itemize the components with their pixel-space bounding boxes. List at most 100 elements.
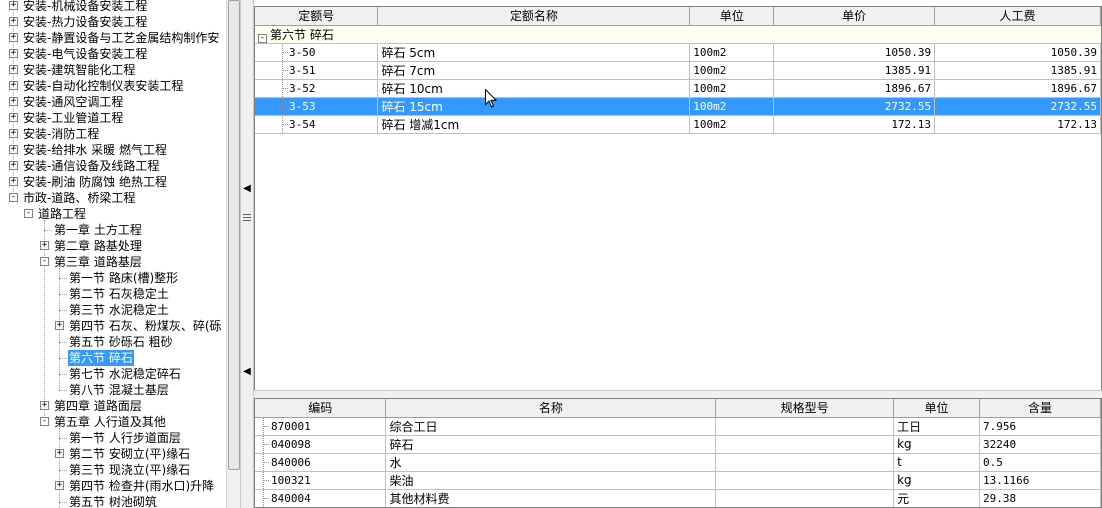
tree-item[interactable]: 第六节 碎石 bbox=[0, 350, 226, 366]
cell-name[interactable]: 碎石 7cm bbox=[377, 61, 691, 80]
tree-item[interactable]: 第八节 混凝土基层 bbox=[0, 382, 226, 398]
cell-unit[interactable]: 100m2 bbox=[689, 43, 775, 62]
tree-item[interactable]: + 安装-热力设备安装工程 bbox=[0, 14, 226, 30]
expand-icon[interactable]: + bbox=[9, 81, 18, 90]
cell-name[interactable]: 碎石 bbox=[385, 435, 717, 454]
expand-icon[interactable]: + bbox=[9, 17, 18, 26]
tree-item[interactable]: 第三节 水泥稳定土 bbox=[0, 302, 226, 318]
tree-item[interactable]: + 安装-通风空调工程 bbox=[0, 94, 226, 110]
tree-item[interactable]: 第一章 土方工程 bbox=[0, 222, 226, 238]
table-row[interactable]: 3-52 碎石 10cm 100m2 1896.67 1896.67 bbox=[255, 79, 1101, 98]
expand-icon[interactable]: + bbox=[55, 321, 64, 330]
tree-item[interactable]: + 第四节 石灰、粉煤灰、碎(砾 bbox=[0, 318, 226, 334]
cell-qty[interactable]: 29.38 bbox=[979, 489, 1101, 507]
expand-icon[interactable]: + bbox=[40, 241, 49, 250]
tree-item[interactable]: + 安装-给排水 采暖 燃气工程 bbox=[0, 142, 226, 158]
horizontal-splitter[interactable] bbox=[254, 390, 1102, 398]
expand-icon[interactable]: + bbox=[9, 145, 18, 154]
table-row[interactable]: 3-51 碎石 7cm 100m2 1385.91 1385.91 bbox=[255, 61, 1101, 80]
expand-icon[interactable]: + bbox=[9, 1, 18, 10]
cell-price[interactable]: 1385.91 bbox=[773, 61, 936, 80]
expand-icon[interactable]: + bbox=[9, 97, 18, 106]
tree-item[interactable]: + 安装-自动化控制仪表安装工程 bbox=[0, 78, 226, 94]
table-row[interactable]: 3-54 碎石 增减1cm 100m2 172.13 172.13 bbox=[255, 115, 1101, 134]
cell-unit[interactable]: kg bbox=[893, 471, 981, 490]
tree-item[interactable]: + 安装-建筑智能化工程 bbox=[0, 62, 226, 78]
collapse-icon[interactable]: - bbox=[40, 257, 49, 266]
expand-icon[interactable]: + bbox=[40, 401, 49, 410]
cell-labor[interactable]: 1896.67 bbox=[934, 79, 1101, 98]
cell-qty[interactable]: 7.956 bbox=[979, 417, 1101, 436]
cell-unit[interactable]: 100m2 bbox=[689, 115, 775, 134]
tree-item[interactable]: + 第四节 检查井(雨水口)升降 bbox=[0, 478, 226, 494]
tree-item[interactable]: 第一节 人行步道面层 bbox=[0, 430, 226, 446]
tree-item[interactable]: - 道路工程 bbox=[0, 206, 226, 222]
expand-icon[interactable]: + bbox=[9, 161, 18, 170]
col-header-mat-unit[interactable]: 单位 bbox=[893, 399, 981, 418]
tree-panel[interactable]: + 安装-机械设备安装工程 + 安装-热力设备安装工程 + 安装-静置设备与工艺金属结构制… bbox=[0, 0, 226, 508]
cell-code[interactable]: 3-53 bbox=[255, 97, 379, 116]
table-row[interactable]: 840004 其他材料费 元 29.38 bbox=[255, 489, 1101, 507]
expand-icon[interactable]: + bbox=[9, 113, 18, 122]
tree-scrollbar-thumb[interactable] bbox=[228, 0, 240, 470]
collapse-icon[interactable]: - bbox=[40, 417, 49, 426]
cell-labor[interactable]: 1050.39 bbox=[934, 43, 1101, 62]
cell-name[interactable]: 综合工日 bbox=[385, 417, 717, 436]
cell-qty[interactable]: 0.5 bbox=[979, 453, 1101, 472]
tree-item[interactable]: 第五节 砂砾石 粗砂 bbox=[0, 334, 226, 350]
cell-price[interactable]: 172.13 bbox=[773, 115, 936, 134]
cell-unit[interactable]: 元 bbox=[893, 489, 981, 507]
cell-qty[interactable]: 13.1166 bbox=[979, 471, 1101, 490]
cell-unit[interactable]: 100m2 bbox=[689, 97, 775, 116]
chevron-left-icon[interactable]: ◀ bbox=[242, 366, 252, 378]
tree-item[interactable]: - 市政-道路、桥梁工程 bbox=[0, 190, 226, 206]
collapse-icon[interactable]: - bbox=[9, 193, 18, 202]
tree-item[interactable]: + 第四章 道路面层 bbox=[0, 398, 226, 414]
cell-name[interactable]: 其他材料费 bbox=[385, 489, 717, 507]
cell-labor[interactable]: 172.13 bbox=[934, 115, 1101, 134]
tree-item[interactable]: - 第五章 人行道及其他 bbox=[0, 414, 226, 430]
cell-unit[interactable]: 100m2 bbox=[689, 79, 775, 98]
expand-icon[interactable]: + bbox=[9, 49, 18, 58]
cell-name[interactable]: 柴油 bbox=[385, 471, 717, 490]
cell-price[interactable]: 2732.55 bbox=[773, 97, 936, 116]
col-header-mat-spec[interactable]: 规格型号 bbox=[715, 399, 895, 418]
cell-price[interactable]: 1896.67 bbox=[773, 79, 936, 98]
cell-code[interactable]: 3-54 bbox=[255, 115, 379, 134]
panel-splitter[interactable]: ◀ ◀ bbox=[240, 0, 254, 508]
tree-item[interactable]: + 安装-消防工程 bbox=[0, 126, 226, 142]
tree-scrollbar[interactable] bbox=[226, 0, 240, 508]
cell-unit[interactable]: 100m2 bbox=[689, 61, 775, 80]
table-row[interactable]: 3-50 碎石 5cm 100m2 1050.39 1050.39 bbox=[255, 43, 1101, 62]
expand-icon[interactable]: + bbox=[55, 481, 64, 490]
cell-name[interactable]: 碎石 增减1cm bbox=[377, 115, 691, 134]
cell-qty[interactable]: 32240 bbox=[979, 435, 1101, 454]
cell-code[interactable]: 100321 bbox=[255, 471, 387, 490]
cell-labor[interactable]: 1385.91 bbox=[934, 61, 1101, 80]
cell-price[interactable]: 1050.39 bbox=[773, 43, 936, 62]
col-header-name[interactable]: 定额名称 bbox=[377, 7, 691, 26]
expand-icon[interactable]: + bbox=[9, 177, 18, 186]
col-header-mat-code[interactable]: 编码 bbox=[255, 399, 387, 418]
cell-name[interactable]: 碎石 5cm bbox=[377, 43, 691, 62]
cell-code[interactable]: 870001 bbox=[255, 417, 387, 436]
expand-icon[interactable]: + bbox=[9, 65, 18, 74]
material-grid[interactable]: 编码 名称 规格型号 单位 含量 870001 综合工日 工日 7.956 040098… bbox=[254, 398, 1102, 508]
cell-code[interactable]: 840006 bbox=[255, 453, 387, 472]
cell-name[interactable]: 碎石 10cm bbox=[377, 79, 691, 98]
tree-item[interactable]: + 安装-通信设备及线路工程 bbox=[0, 158, 226, 174]
cell-name[interactable]: 碎石 15cm bbox=[377, 97, 691, 116]
table-row[interactable]: 840006 水 t 0.5 bbox=[255, 453, 1101, 472]
cell-spec[interactable] bbox=[715, 453, 895, 472]
tree-item[interactable]: + 第二章 路基处理 bbox=[0, 238, 226, 254]
quota-grid[interactable]: 定额号 定额名称 单位 单价 人工费 - 第六节 碎石 3-50 碎石 5cm 100… bbox=[254, 6, 1102, 391]
table-row[interactable]: 870001 综合工日 工日 7.956 bbox=[255, 417, 1101, 436]
cell-code[interactable]: 3-52 bbox=[255, 79, 379, 98]
tree-item[interactable]: - 第三章 道路基层 bbox=[0, 254, 226, 270]
tree-item[interactable]: 第三节 现浇立(平)缘石 bbox=[0, 462, 226, 478]
tree-item[interactable]: + 安装-静置设备与工艺金属结构制作安 bbox=[0, 30, 226, 46]
collapse-icon[interactable]: - bbox=[258, 33, 267, 42]
col-header-price[interactable]: 单价 bbox=[773, 7, 936, 26]
cell-spec[interactable] bbox=[715, 435, 895, 454]
expand-icon[interactable]: + bbox=[9, 33, 18, 42]
